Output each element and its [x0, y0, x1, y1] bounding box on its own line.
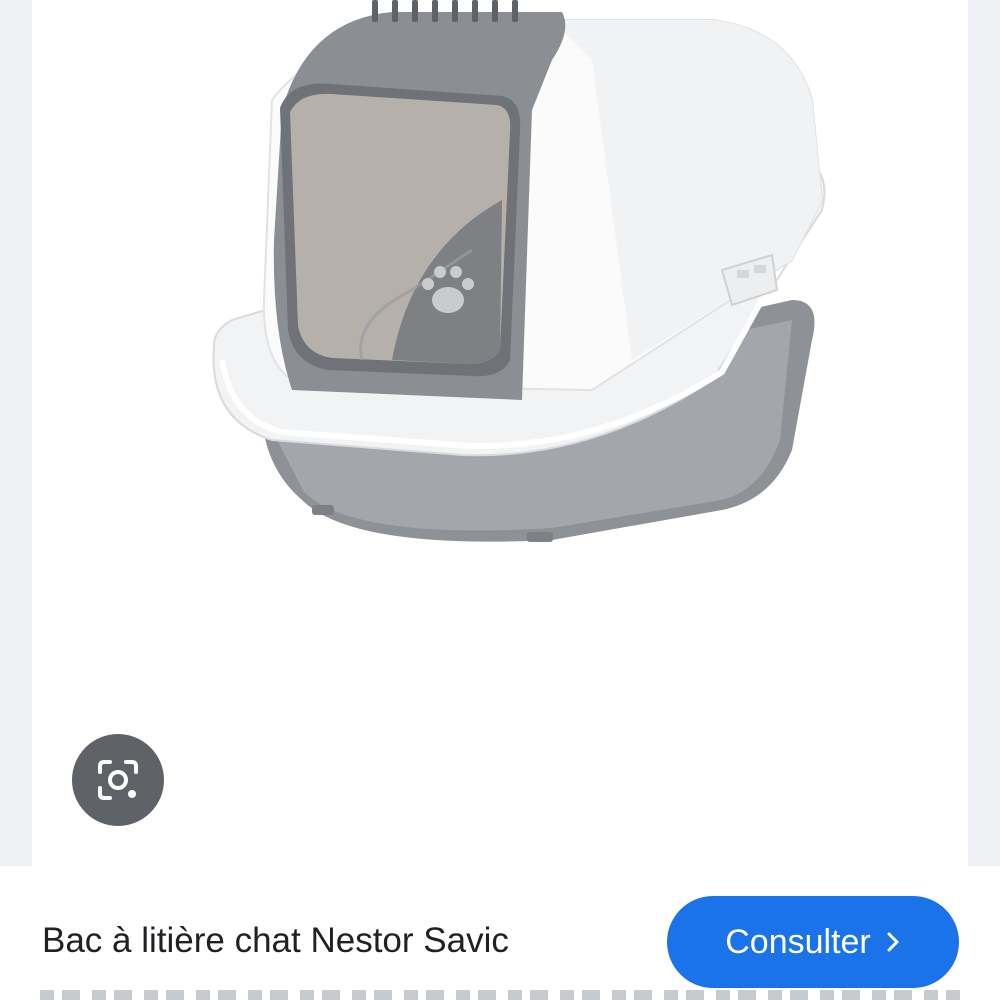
- consult-button-label: Consulter: [725, 922, 871, 961]
- image-panel: [0, 0, 1000, 866]
- product-title[interactable]: Bac à litière chat Nestor Savic: [42, 918, 509, 964]
- product-image[interactable]: [32, 0, 968, 866]
- consult-button[interactable]: Consulter: [667, 896, 959, 988]
- cut-off-description-text: [40, 990, 960, 1000]
- visual-search-button[interactable]: [72, 734, 164, 826]
- visual-search-icon: [92, 754, 144, 806]
- image-card[interactable]: [32, 0, 968, 866]
- chevron-right-icon: [885, 930, 901, 954]
